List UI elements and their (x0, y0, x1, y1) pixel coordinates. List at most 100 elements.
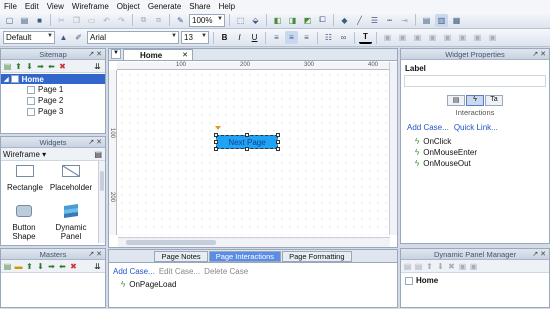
event-item[interactable]: ϟ OnMouseOut (415, 158, 549, 169)
scroll-thumb[interactable] (100, 171, 104, 191)
font-size-select[interactable]: 13 ▼ (181, 31, 209, 44)
selection-handle[interactable] (276, 133, 280, 137)
sitemap-page-3[interactable]: Page 3 (1, 106, 105, 117)
group-icon[interactable]: ⧉ (137, 14, 150, 27)
arrange-icon-7[interactable]: ▣ (471, 31, 484, 44)
align-right-icon[interactable]: ≡ (300, 31, 313, 44)
sitemap-home[interactable]: ◢ Home (1, 74, 105, 84)
delete-master-icon[interactable]: ✖ (69, 262, 78, 271)
font-select[interactable]: Arial ▼ (87, 31, 179, 44)
bring-front-icon[interactable]: ◧ (271, 14, 284, 27)
add-case-link[interactable]: Add Case... (407, 123, 449, 132)
pin-close-icon[interactable]: ↗ ✕ (88, 250, 102, 258)
fill-color-icon[interactable]: ◆ (338, 14, 351, 27)
menu-help[interactable]: Help (215, 2, 239, 11)
outdent-icon[interactable]: ⬅ (47, 62, 56, 71)
arrange-icon-4[interactable]: ▣ (426, 31, 439, 44)
indent-icon[interactable]: ➡ (36, 62, 45, 71)
dpm-tool-icon[interactable]: ⬇ (436, 262, 445, 271)
arrange-icon-5[interactable]: ▣ (441, 31, 454, 44)
save-icon[interactable]: ■ (33, 14, 46, 27)
pin-close-icon[interactable]: ↗ ✕ (88, 50, 102, 58)
edit-case-link[interactable]: Edit Case... (159, 267, 200, 276)
layout-left-icon[interactable]: ▤ (420, 14, 433, 27)
pin-close-icon[interactable]: ↗ ✕ (88, 138, 102, 146)
arrange-icon-2[interactable]: ▣ (396, 31, 409, 44)
align-left-icon[interactable]: ≡ (270, 31, 283, 44)
selection-handle[interactable] (245, 147, 249, 151)
interactions-tab[interactable]: ϟ (466, 95, 484, 106)
line-style-icon[interactable]: ┅ (383, 14, 396, 27)
selection-handle[interactable] (214, 133, 218, 137)
style-edit-icon[interactable]: ▲ (57, 31, 70, 44)
widget-dynamic-panel[interactable]: Dynamic Panel (47, 204, 95, 241)
selection-handle[interactable] (245, 133, 249, 137)
bold-button[interactable]: B (218, 31, 231, 44)
arrange-icon-1[interactable]: ▣ (381, 31, 394, 44)
formatting-tab[interactable]: Ta (485, 95, 503, 106)
add-folder-icon[interactable]: ▬ (14, 262, 23, 271)
dpm-tool-icon[interactable]: ▤ (414, 262, 423, 271)
event-item[interactable]: ϟ OnMouseEnter (415, 147, 549, 158)
layout-right-icon[interactable]: ▦ (450, 14, 463, 27)
widget-button-shape[interactable]: Button Shape (1, 205, 47, 241)
align-icon[interactable]: ◩ (301, 14, 314, 27)
ungroup-icon[interactable]: ⧈ (152, 14, 165, 27)
align-center-icon[interactable]: ≡ (285, 31, 298, 44)
link-icon[interactable]: ∞ (337, 31, 350, 44)
brush-icon[interactable]: ✐ (72, 31, 85, 44)
connector-icon[interactable]: ⬙ (249, 14, 262, 27)
tab-page-formatting[interactable]: Page Formatting (282, 251, 352, 262)
canvas-hscrollbar[interactable] (118, 237, 390, 247)
text-color-icon[interactable]: T (359, 31, 372, 44)
tab-home[interactable]: Home ✕ (123, 49, 193, 60)
tab-page-interactions[interactable]: Page Interactions (208, 251, 282, 262)
corner-radius-handle[interactable] (215, 126, 221, 130)
new-file-icon[interactable]: ▢ (3, 14, 16, 27)
bullet-list-icon[interactable]: ☷ (322, 31, 335, 44)
undo-icon[interactable]: ↶ (100, 14, 113, 27)
collapse-icon[interactable]: ⇊ (93, 62, 102, 71)
menu-file[interactable]: File (0, 2, 21, 11)
add-page-icon[interactable]: ▤ (3, 62, 12, 71)
paste-icon[interactable]: ▭ (85, 14, 98, 27)
indent-icon[interactable]: ➡ (47, 262, 56, 271)
dpm-item[interactable]: Home (401, 273, 549, 285)
annotations-tab[interactable]: ▤ (447, 95, 465, 106)
arrange-icon-6[interactable]: ▣ (456, 31, 469, 44)
arrange-icon-8[interactable]: ▣ (486, 31, 499, 44)
label-input[interactable] (404, 75, 546, 87)
outdent-icon[interactable]: ⬅ (58, 262, 67, 271)
selection-handle[interactable] (214, 147, 218, 151)
event-item[interactable]: ϟ OnPageLoad (109, 276, 397, 289)
pin-close-icon[interactable]: ↗ ✕ (532, 50, 546, 58)
layout-center-icon[interactable]: ▥ (435, 13, 448, 27)
italic-button[interactable]: I (233, 31, 246, 44)
canvas-vscrollbar[interactable] (389, 62, 397, 235)
selection-handle[interactable] (276, 147, 280, 151)
copy-icon[interactable]: ❐ (70, 14, 83, 27)
line-color-icon[interactable]: ╱ (353, 14, 366, 27)
dpm-tool-icon[interactable]: ⬆ (425, 262, 434, 271)
library-menu-icon[interactable]: ▤ (94, 150, 102, 159)
move-up-icon[interactable]: ⬆ (25, 262, 34, 271)
distribute-icon[interactable]: ⧠ (316, 14, 329, 27)
dpm-tool-icon[interactable]: ▣ (458, 262, 467, 271)
pin-close-icon[interactable]: ↗ ✕ (532, 250, 546, 258)
dpm-tool-icon[interactable]: ▣ (469, 262, 478, 271)
collapse-icon[interactable]: ⇊ (93, 262, 102, 271)
menu-wireframe[interactable]: Wireframe (68, 2, 113, 11)
sitemap-page-2[interactable]: Page 2 (1, 95, 105, 106)
underline-button[interactable]: U (248, 31, 261, 44)
move-down-icon[interactable]: ⬇ (36, 262, 45, 271)
arrange-icon-3[interactable]: ▣ (411, 31, 424, 44)
dpm-tool-icon[interactable]: ✖ (447, 262, 456, 271)
line-width-icon[interactable]: ☰ (368, 14, 381, 27)
library-select[interactable]: Wireframe ▾ (3, 150, 46, 159)
add-case-link[interactable]: Add Case... (113, 267, 155, 276)
redo-icon[interactable]: ↷ (115, 14, 128, 27)
sitemap-page-1[interactable]: Page 1 (1, 84, 105, 95)
menu-object[interactable]: Object (113, 2, 144, 11)
widget-placeholder[interactable]: Placeholder (48, 165, 94, 192)
widgets-scrollbar[interactable] (98, 161, 105, 243)
